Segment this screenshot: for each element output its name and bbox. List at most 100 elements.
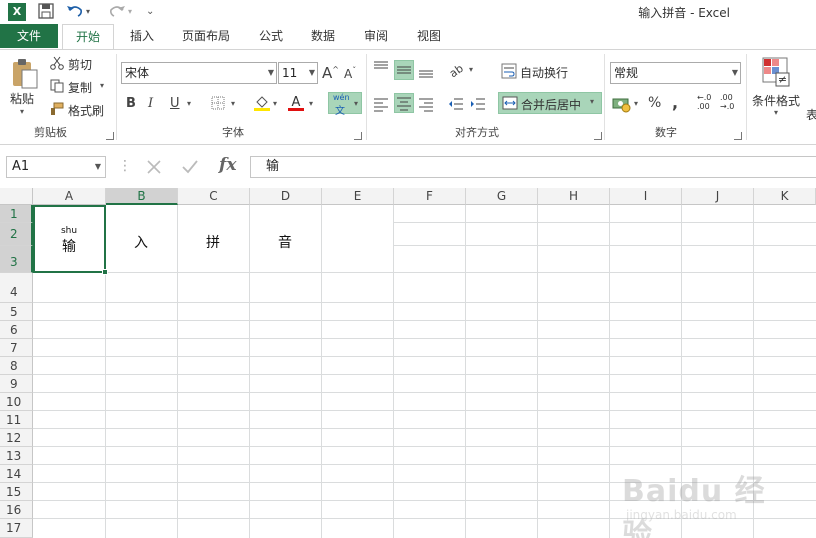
orientation-icon[interactable]: ab	[447, 62, 468, 81]
increase-font-size-icon[interactable]: A^	[322, 64, 339, 82]
decrease-decimal-button[interactable]: .00 →.0	[720, 93, 738, 111]
accounting-dropdown-icon[interactable]: ▾	[634, 99, 638, 108]
fill-color-dropdown-icon[interactable]: ▾	[273, 99, 277, 108]
row-header-17[interactable]: 17	[0, 519, 33, 538]
paste-icon[interactable]	[10, 58, 40, 89]
formula-input[interactable]: 输	[250, 156, 816, 178]
bold-button[interactable]: B	[126, 96, 136, 111]
select-all-button[interactable]	[0, 188, 33, 205]
comma-style-button[interactable]: ,	[672, 93, 678, 112]
font-size-combo[interactable]: 11 ▼	[278, 62, 318, 84]
cell-b1[interactable]: 入	[105, 232, 177, 252]
align-bottom-icon[interactable]	[418, 62, 434, 78]
format-painter-icon[interactable]	[50, 102, 64, 116]
row-header-7[interactable]: 7	[0, 339, 33, 357]
phonetic-guide-button[interactable]: wén 文 ▾	[328, 92, 362, 117]
column-header-g[interactable]: G	[466, 188, 538, 205]
column-header-b[interactable]: B	[106, 188, 178, 205]
copy-dropdown-icon[interactable]: ▾	[100, 81, 104, 90]
italic-button[interactable]: I	[148, 96, 153, 111]
tab-file[interactable]: 文件	[0, 24, 58, 48]
percent-style-button[interactable]: %	[648, 95, 661, 111]
alignment-launcher-icon[interactable]	[594, 132, 602, 140]
format-as-table-button[interactable]: 表	[806, 106, 816, 123]
conditional-dropdown-icon[interactable]: ▾	[774, 108, 778, 117]
font-color-icon[interactable]: A	[287, 94, 305, 112]
borders-dropdown-icon[interactable]: ▾	[231, 99, 235, 108]
format-painter-button[interactable]: 格式刷	[68, 102, 104, 119]
insert-function-button[interactable]: fx	[219, 155, 236, 175]
tab-view[interactable]: 视图	[408, 24, 450, 50]
increase-indent-icon[interactable]	[470, 96, 486, 112]
row-header-9[interactable]: 9	[0, 375, 33, 393]
conditional-formatting-icon[interactable]: ≠	[762, 57, 790, 87]
row-header-5[interactable]: 5	[0, 303, 33, 321]
underline-button[interactable]: U	[170, 96, 180, 111]
column-header-h[interactable]: H	[538, 188, 610, 205]
tab-insert[interactable]: 插入	[120, 24, 164, 50]
align-right-icon[interactable]	[418, 96, 434, 112]
wrap-text-icon[interactable]	[501, 63, 517, 79]
orientation-dropdown-icon[interactable]: ▾	[469, 65, 473, 74]
font-color-dropdown-icon[interactable]: ▾	[309, 99, 313, 108]
clipboard-launcher-icon[interactable]	[106, 132, 114, 140]
paste-dropdown-icon[interactable]: ▾	[20, 107, 24, 116]
column-header-c[interactable]: C	[178, 188, 250, 205]
tab-formulas[interactable]: 公式	[250, 24, 292, 50]
tab-home[interactable]: 开始	[62, 24, 114, 50]
decrease-font-size-icon[interactable]: Aˇ	[344, 66, 356, 81]
column-header-i[interactable]: I	[610, 188, 682, 205]
number-launcher-icon[interactable]	[734, 132, 742, 140]
undo-dropdown-icon[interactable]: ▾	[86, 3, 90, 21]
copy-icon[interactable]	[50, 79, 64, 93]
row-header-13[interactable]: 13	[0, 447, 33, 465]
tab-page-layout[interactable]: 页面布局	[172, 24, 240, 50]
font-launcher-icon[interactable]	[354, 132, 362, 140]
wrap-text-button[interactable]: 自动换行	[520, 64, 568, 81]
row-header-11[interactable]: 11	[0, 411, 33, 429]
underline-dropdown-icon[interactable]: ▾	[187, 99, 191, 108]
row-header-8[interactable]: 8	[0, 357, 33, 375]
borders-icon[interactable]	[211, 96, 225, 110]
align-center-icon[interactable]	[394, 93, 414, 113]
increase-decimal-button[interactable]: ←.0 .00	[697, 93, 715, 111]
cancel-icon[interactable]	[145, 158, 163, 176]
row-header-12[interactable]: 12	[0, 429, 33, 447]
decrease-indent-icon[interactable]	[448, 96, 464, 112]
name-box[interactable]: A1 ▼	[6, 156, 106, 178]
column-header-j[interactable]: J	[682, 188, 754, 205]
customize-qat-icon[interactable]: ⌄	[146, 3, 154, 21]
merge-center-button[interactable]: 合并后居中 ▾	[498, 92, 602, 114]
accounting-format-icon[interactable]	[612, 95, 632, 113]
row-header-1[interactable]: 1	[0, 205, 33, 223]
cut-button[interactable]: 剪切	[68, 56, 92, 73]
align-top-icon[interactable]	[373, 60, 389, 76]
row-header-15[interactable]: 15	[0, 483, 33, 501]
column-header-e[interactable]: E	[322, 188, 394, 205]
row-header-4[interactable]: 4	[0, 273, 33, 303]
align-left-icon[interactable]	[373, 96, 389, 112]
paste-button[interactable]: 粘贴	[10, 90, 34, 107]
save-icon[interactable]	[38, 3, 54, 21]
cell-c1[interactable]: 拼	[177, 232, 249, 252]
column-header-k[interactable]: K	[754, 188, 816, 205]
cell-d1[interactable]: 音	[249, 232, 321, 252]
conditional-formatting-button[interactable]: 条件格式	[752, 92, 800, 109]
redo-dropdown-icon[interactable]: ▾	[128, 3, 132, 21]
fill-handle[interactable]	[102, 269, 108, 275]
row-header-16[interactable]: 16	[0, 501, 33, 519]
row-header-6[interactable]: 6	[0, 321, 33, 339]
number-format-combo[interactable]: 常规 ▼	[610, 62, 741, 84]
fill-color-icon[interactable]	[253, 94, 271, 112]
cut-icon[interactable]	[50, 56, 64, 70]
row-header-14[interactable]: 14	[0, 465, 33, 483]
copy-button[interactable]: 复制	[68, 79, 92, 96]
undo-icon[interactable]	[66, 3, 84, 21]
redo-icon[interactable]	[108, 3, 126, 21]
column-header-d[interactable]: D	[250, 188, 322, 205]
row-header-10[interactable]: 10	[0, 393, 33, 411]
align-middle-icon[interactable]	[394, 60, 414, 80]
font-name-combo[interactable]: 宋体 ▼	[121, 62, 277, 84]
enter-icon[interactable]	[181, 158, 199, 176]
column-header-a[interactable]: A	[33, 188, 106, 205]
